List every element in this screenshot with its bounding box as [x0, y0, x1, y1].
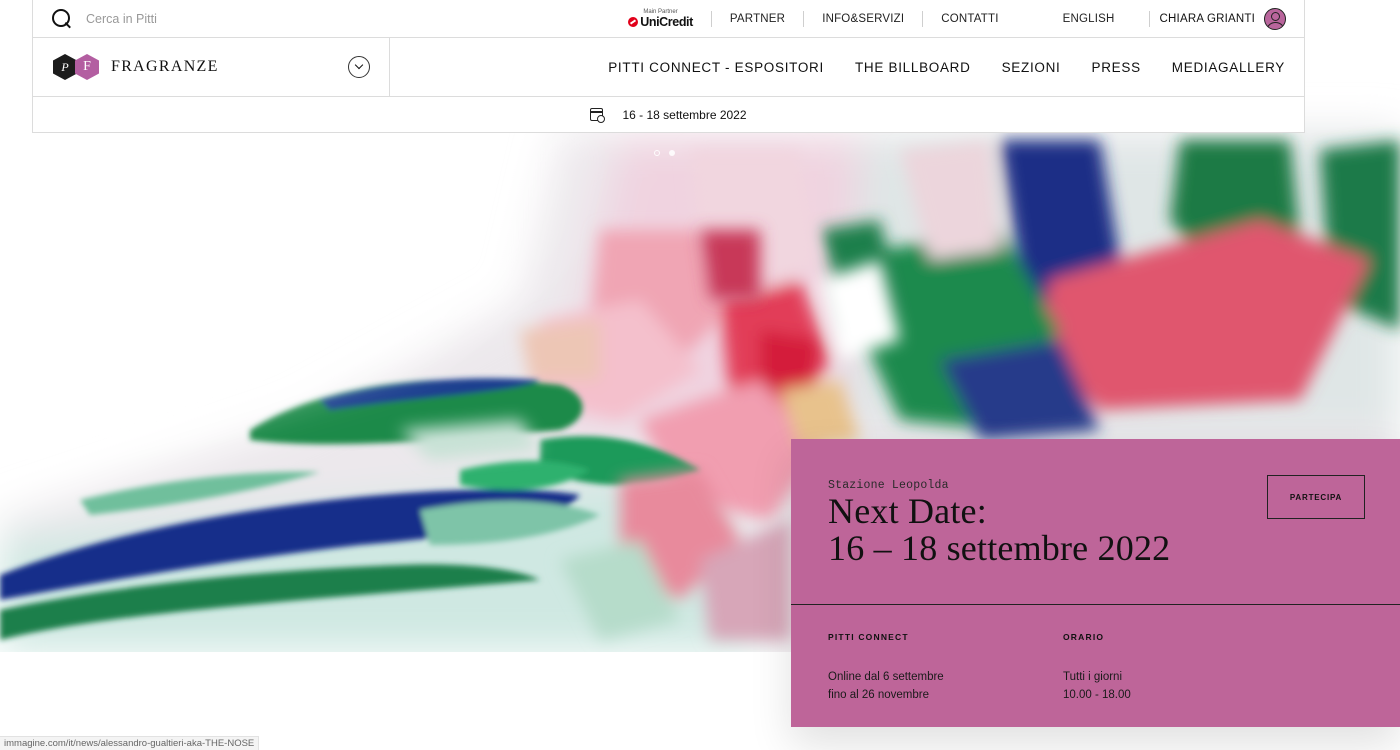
utility-links: Main Partner UniCredit PARTNER INFO&SERV… [628, 0, 1304, 37]
top-link-contatti[interactable]: CONTATTI [923, 13, 1016, 25]
next-date-card: Stazione Leopolda Next Date: 16 – 18 set… [791, 439, 1400, 727]
carousel-dot-active[interactable] [654, 150, 660, 156]
carousel-dots [654, 150, 675, 156]
search-input[interactable] [86, 11, 286, 26]
main-partner-logo[interactable]: Main Partner UniCredit [628, 9, 693, 29]
unicredit-icon [628, 17, 639, 27]
main-nav: PITTI CONNECT - ESPOSITORI THE BILLBOARD… [577, 38, 1304, 96]
pitti-connect-heading: PITTI CONNECT [828, 632, 909, 642]
opening-hours-line: 10.00 - 18.00 [1063, 689, 1131, 701]
user-menu[interactable]: CHIARA GRIANTI [1150, 7, 1304, 30]
pitti-connect-line: fino al 26 novembre [828, 689, 930, 701]
event-date-bar: 16 - 18 settembre 2022 [32, 96, 1305, 133]
nav-sezioni[interactable]: SEZIONI [1002, 60, 1061, 75]
opening-hours-heading: ORARIO [1063, 632, 1105, 642]
pitti-connect-info: PITTI CONNECT Online dal 6 settembre fin… [828, 632, 1063, 704]
next-date-header: Stazione Leopolda Next Date: 16 – 18 set… [791, 439, 1400, 605]
nav-the-billboard[interactable]: THE BILLBOARD [855, 60, 971, 75]
pitti-fragranze-logo[interactable]: P F [53, 54, 99, 80]
unicredit-wordmark: UniCredit [640, 14, 693, 29]
top-link-partner[interactable]: PARTNER [712, 13, 803, 25]
user-avatar-icon[interactable] [1264, 7, 1286, 30]
top-link-info-servizi[interactable]: INFO&SERVIZI [804, 13, 922, 25]
brand-area: P F FRAGRANZE [33, 38, 390, 96]
event-info: PITTI CONNECT Online dal 6 settembre fin… [791, 605, 1400, 704]
logo-hex-p: P [53, 54, 77, 80]
pitti-connect-line: Online dal 6 settembre [828, 671, 944, 683]
chevron-down-icon[interactable] [348, 56, 370, 78]
calendar-icon [590, 108, 606, 123]
brand-name[interactable]: FRAGRANZE [111, 58, 219, 76]
nav-press[interactable]: PRESS [1092, 60, 1141, 75]
next-date-range: 16 – 18 settembre 2022 [828, 528, 1171, 568]
search-area [33, 8, 286, 30]
main-header: P F FRAGRANZE PITTI CONNECT - ESPOSITORI… [32, 37, 1305, 97]
nav-pitti-connect[interactable]: PITTI CONNECT - ESPOSITORI [608, 60, 824, 75]
unicredit-logo: UniCredit [628, 16, 693, 29]
carousel-dot[interactable] [669, 150, 675, 156]
opening-hours-line: Tutti i giorni [1063, 671, 1123, 683]
nav-mediagallery[interactable]: MEDIAGALLERY [1172, 60, 1285, 75]
language-switch[interactable]: ENGLISH [1017, 13, 1149, 25]
event-date-text: 16 - 18 settembre 2022 [622, 107, 747, 122]
status-bar-url: immagine.com/it/news/alessandro-gualtier… [0, 736, 260, 750]
user-name: CHIARA GRIANTI [1159, 12, 1255, 25]
search-icon[interactable] [51, 8, 73, 30]
main-partner-caption: Main Partner [643, 8, 678, 15]
logo-hex-f: F [75, 54, 99, 80]
opening-hours-info: ORARIO Tutti i giorni 10.00 - 18.00 [1063, 632, 1298, 704]
utility-bar: Main Partner UniCredit PARTNER INFO&SERV… [32, 0, 1305, 37]
partecipa-button[interactable]: PARTECIPA [1267, 475, 1365, 519]
